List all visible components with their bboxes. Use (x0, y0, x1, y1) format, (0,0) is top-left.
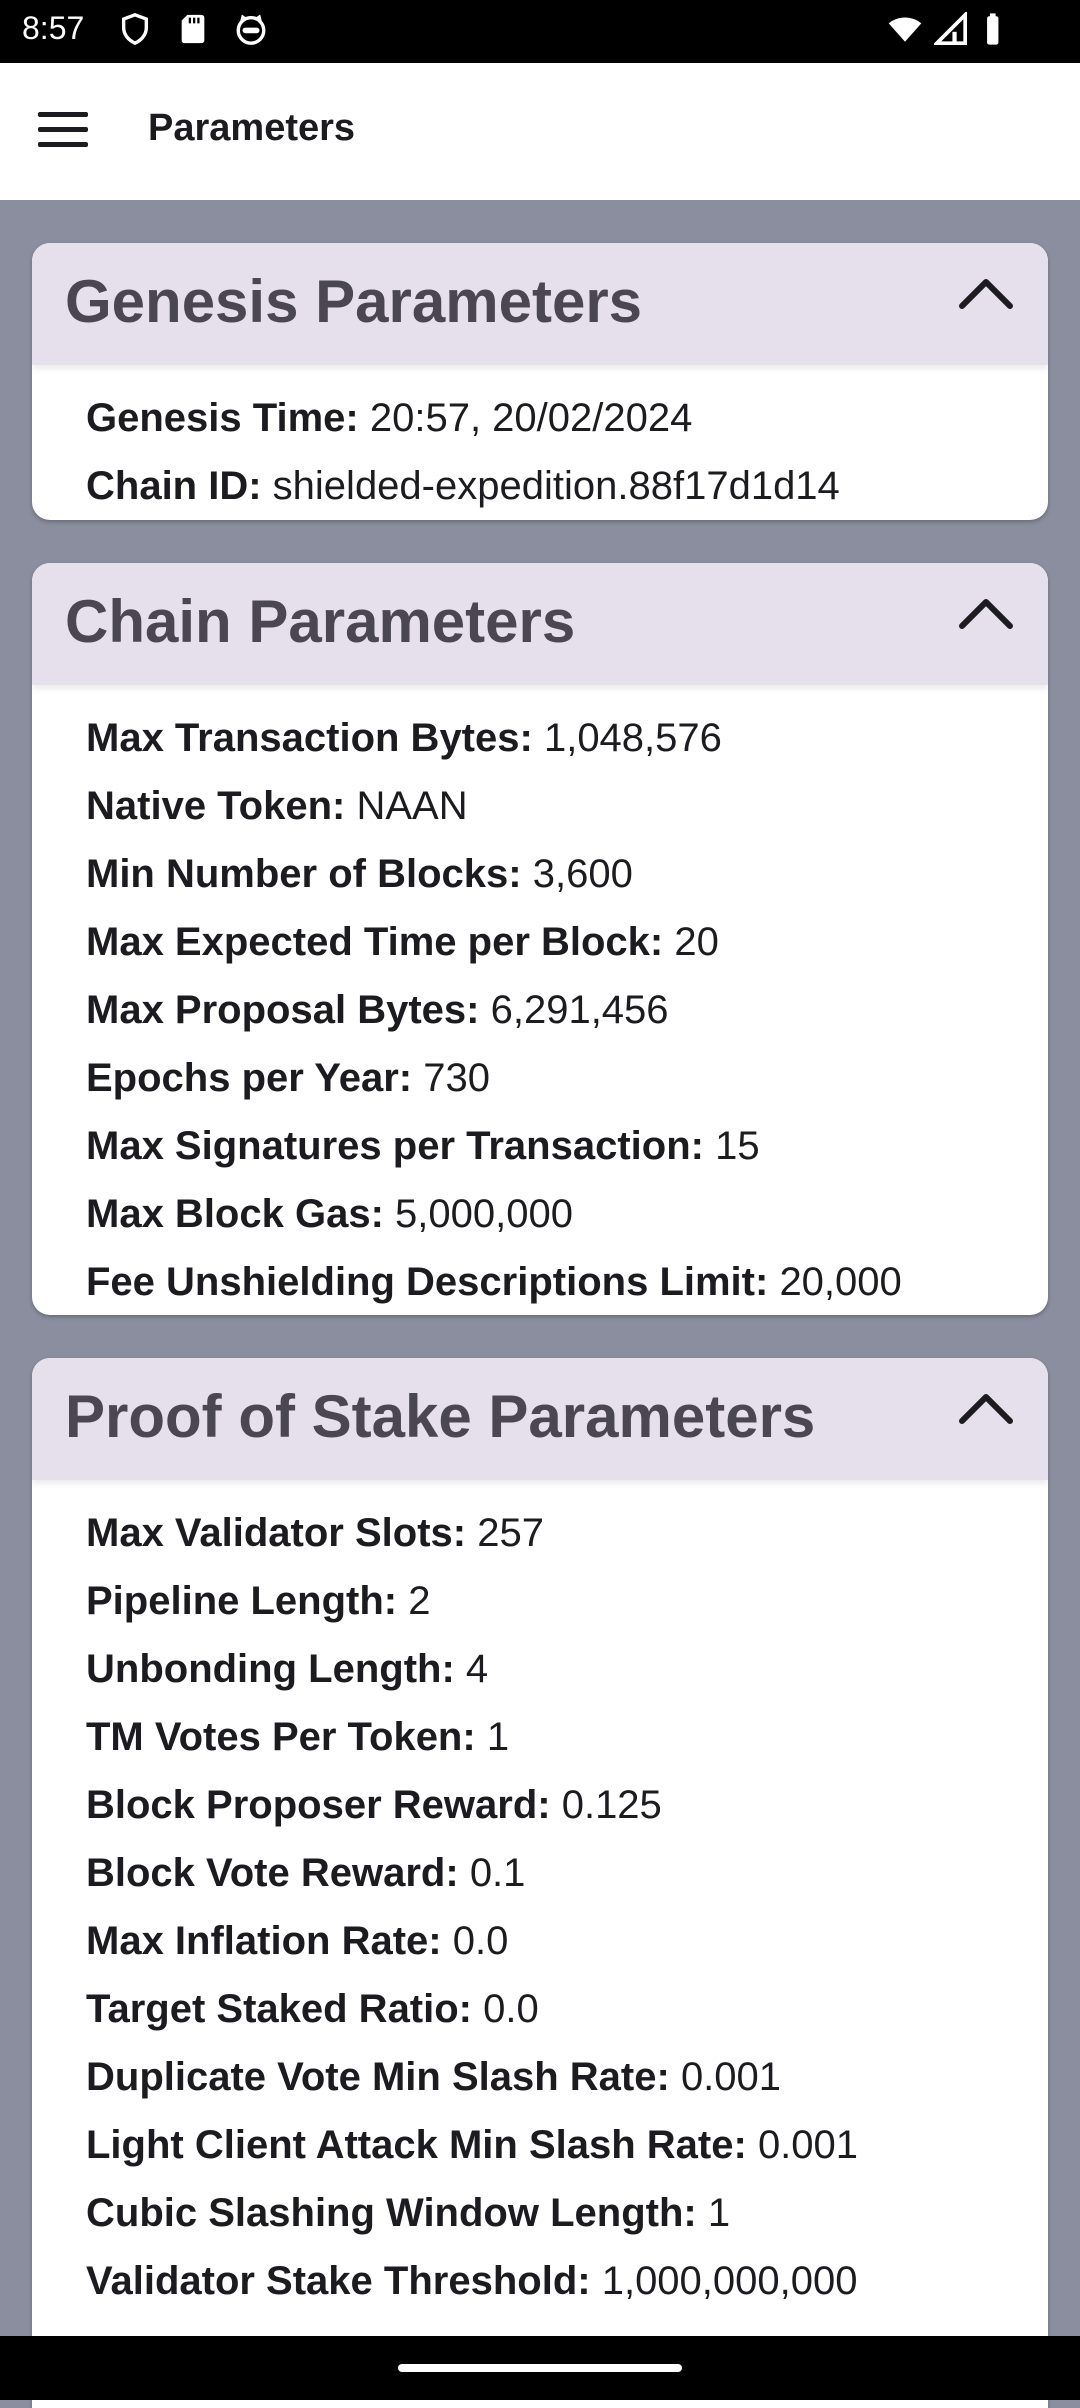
param-row: Max Signatures per Transaction: 15 (86, 1121, 1048, 1189)
param-row: Native Token: NAAN (86, 781, 1048, 849)
param-row: Pipeline Length: 2 (86, 1576, 1048, 1644)
chain-parameters-card: Chain Parameters Max Transaction Bytes: … (32, 563, 1048, 1315)
param-label: Max Proposal Bytes: (86, 988, 480, 1032)
param-value: 0.125 (561, 1783, 662, 1827)
param-value: 1,000,000,000 (601, 2259, 858, 2303)
param-row: Max Inflation Rate: 0.0 (86, 1916, 1048, 1984)
param-label: Max Signatures per Transaction: (86, 1124, 704, 1168)
genesis-parameters-header[interactable]: Genesis Parameters (32, 243, 1048, 365)
param-label: Block Proposer Reward: (86, 1783, 551, 1827)
home-gesture-handle[interactable] (398, 2364, 682, 2372)
param-value: 1,048,576 (543, 716, 722, 760)
param-value: 0.1 (469, 1851, 526, 1895)
chevron-up-icon[interactable] (956, 273, 1016, 313)
proof-of-stake-parameters-card: Proof of Stake Parameters Max Validator … (32, 1358, 1048, 2408)
param-value: 3,600 (532, 852, 633, 896)
param-value: 1 (486, 1715, 510, 1759)
param-label: Max Validator Slots: (86, 1511, 467, 1555)
param-label: Max Block Gas: (86, 1192, 384, 1236)
param-row: TM Votes Per Token: 1 (86, 1712, 1048, 1780)
param-row: Epochs per Year: 730 (86, 1053, 1048, 1121)
param-label: Fee Unshielding Descriptions Limit: (86, 1260, 769, 1304)
param-row: Unbonding Length: 4 (86, 1644, 1048, 1712)
param-value: 0.0 (483, 1987, 539, 2031)
param-row: Min Number of Blocks: 3,600 (86, 849, 1048, 917)
shield-icon (121, 13, 149, 46)
navigation-bar (0, 2336, 1080, 2400)
wifi-icon (888, 17, 922, 42)
genesis-parameters-title: Genesis Parameters (65, 268, 643, 335)
param-row: Max Transaction Bytes: 1,048,576 (86, 713, 1048, 781)
param-value: 0.001 (757, 2123, 859, 2167)
param-label: Light Client Attack Min Slash Rate: (86, 2123, 747, 2167)
status-time: 8:57 (22, 10, 85, 46)
param-row: Light Client Attack Min Slash Rate: 0.00… (86, 2120, 1048, 2188)
param-label: Cubic Slashing Window Length: (86, 2191, 697, 2235)
param-row: Max Proposal Bytes: 6,291,456 (86, 985, 1048, 1053)
param-label: Max Expected Time per Block: (86, 920, 664, 964)
param-row: Fee Unshielding Descriptions Limit: 20,0… (86, 1257, 1048, 1315)
param-row: Block Proposer Reward: 0.125 (86, 1780, 1048, 1848)
proof-of-stake-parameters-title: Proof of Stake Parameters (65, 1383, 816, 1450)
param-row: Validator Stake Threshold: 1,000,000,000 (86, 2256, 1048, 2324)
chain-parameters-header[interactable]: Chain Parameters (32, 563, 1048, 685)
param-value: 2 (408, 1579, 431, 1623)
param-row: Genesis Time: 20:57, 20/02/2024 (86, 393, 1048, 461)
chevron-up-icon[interactable] (956, 1388, 1016, 1428)
param-label: Max Inflation Rate: (86, 1919, 442, 1963)
chevron-up-icon[interactable] (956, 593, 1016, 633)
param-label: Epochs per Year: (86, 1056, 413, 1100)
param-row: Max Block Gas: 5,000,000 (86, 1189, 1048, 1257)
param-row: Duplicate Vote Min Slash Rate: 0.001 (86, 2052, 1048, 2120)
param-label: Target Staked Ratio: (86, 1987, 472, 2031)
param-value: 5,000,000 (395, 1192, 573, 1236)
param-label: Pipeline Length: (86, 1579, 398, 1623)
param-value: NAAN (356, 784, 468, 828)
param-value: 20 (674, 920, 719, 964)
param-row: Max Expected Time per Block: 20 (86, 917, 1048, 985)
param-row: Cubic Slashing Window Length: 1 (86, 2188, 1048, 2256)
param-value: 6,291,456 (490, 988, 669, 1032)
param-value: shielded-expedition.88f17d1d14 (272, 464, 840, 508)
param-value: 1 (707, 2191, 731, 2235)
hamburger-menu-icon[interactable] (38, 112, 88, 148)
param-label: Chain ID: (86, 464, 262, 508)
param-label: Min Number of Blocks: (86, 852, 522, 896)
sd-card-icon (181, 14, 205, 44)
param-label: Validator Stake Threshold: (86, 2259, 591, 2303)
param-label: Block Vote Reward: (86, 1851, 459, 1895)
param-row: Target Staked Ratio: 0.0 (86, 1984, 1048, 2052)
param-row: Chain ID: shielded-expedition.88f17d1d14 (86, 461, 1048, 520)
param-label: Native Token: (86, 784, 346, 828)
genesis-parameters-card: Genesis Parameters Genesis Time: 20:57, … (32, 243, 1048, 520)
param-row: Max Validator Slots: 257 (86, 1508, 1048, 1576)
app-bar: Parameters (0, 63, 1080, 200)
proof-of-stake-parameters-header[interactable]: Proof of Stake Parameters (32, 1358, 1048, 1480)
param-value: 0.001 (680, 2055, 782, 2099)
param-label: TM Votes Per Token: (86, 1715, 476, 1759)
param-value: 4 (465, 1647, 489, 1691)
param-row: Block Vote Reward: 0.1 (86, 1848, 1048, 1916)
param-value: 257 (477, 1511, 544, 1555)
battery-icon (987, 13, 999, 45)
param-value: 15 (715, 1124, 760, 1168)
param-label: Unbonding Length: (86, 1647, 455, 1691)
param-label: Genesis Time: (86, 396, 359, 440)
param-value: 20,000 (779, 1260, 902, 1304)
param-value: 0.0 (452, 1919, 509, 1963)
page-title: Parameters (148, 107, 356, 149)
status-bar: 8:57 (0, 0, 1080, 63)
param-value: 20:57, 20/02/2024 (369, 396, 693, 440)
param-label: Max Transaction Bytes: (86, 716, 533, 760)
chain-parameters-title: Chain Parameters (65, 588, 576, 655)
param-label: Duplicate Vote Min Slash Rate: (86, 2055, 670, 2099)
cellular-signal-icon (934, 12, 968, 46)
param-value: 730 (423, 1056, 490, 1100)
cat-face-icon (236, 14, 266, 45)
